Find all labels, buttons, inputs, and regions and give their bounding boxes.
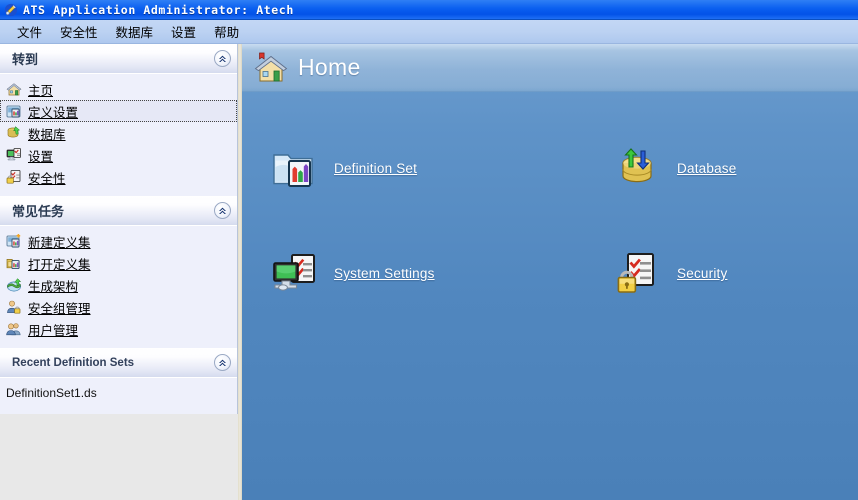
sidebar-item-security-group[interactable]: 安全组管理	[0, 296, 237, 318]
sidebar-panel-goto: 转到 主页 定义设置 数据库 设置 安全性	[0, 44, 238, 196]
sidebar-item-label: 数据库	[28, 127, 66, 142]
security-group-icon	[6, 299, 22, 315]
panel-title-common-tasks: 常见任务	[12, 204, 65, 219]
main-layout: 转到 主页 定义设置 数据库 设置 安全性 常见任务 新建定义集 打开定义集 生…	[0, 44, 858, 500]
tile-security[interactable]: Security	[590, 221, 858, 326]
definition-set-icon	[272, 147, 316, 191]
sidebar-item-label: 新建定义集	[28, 235, 91, 250]
recent-definition-set-item[interactable]: DefinitionSet1.ds	[0, 382, 237, 404]
sidebar-item-label: 打开定义集	[28, 257, 91, 272]
security-small-icon	[6, 169, 22, 185]
tiles-grid: Definition Set Database System Settings …	[242, 92, 858, 500]
sidebar-item-definition-set[interactable]: 定义设置	[0, 100, 237, 122]
panel-body-recent: DefinitionSet1.ds	[0, 378, 237, 414]
double-chevron-up-icon[interactable]	[214, 202, 231, 219]
tile-label: System Settings	[334, 266, 435, 281]
generate-schema-icon	[6, 277, 22, 293]
definition-set-small-icon	[6, 103, 22, 119]
panel-header-recent[interactable]: Recent Definition Sets	[0, 348, 237, 378]
panel-title-recent: Recent Definition Sets	[12, 356, 135, 369]
double-chevron-up-icon[interactable]	[214, 354, 231, 371]
sidebar-item-home[interactable]: 主页	[0, 78, 237, 100]
sidebar-item-label: 安全组管理	[28, 301, 91, 316]
tiles-row-2: System Settings Security	[242, 221, 858, 326]
window-titlebar: ATS Application Administrator: Atech	[0, 0, 858, 20]
panel-header-common-tasks[interactable]: 常见任务	[0, 196, 237, 226]
menu-settings[interactable]: 设置	[162, 20, 205, 43]
database-small-icon	[6, 125, 22, 141]
sidebar-panel-common-tasks: 常见任务 新建定义集 打开定义集 生成架构 安全组管理 用户管理	[0, 196, 238, 348]
tile-label: Database	[677, 161, 737, 176]
panel-title-goto: 转到	[12, 52, 39, 67]
sidebar-item-label: 用户管理	[28, 323, 79, 338]
panel-body-common-tasks: 新建定义集 打开定义集 生成架构 安全组管理 用户管理	[0, 226, 237, 348]
open-definition-set-icon	[6, 255, 22, 271]
tile-label: Security	[677, 266, 728, 281]
sidebar-panel-recent: Recent Definition Sets DefinitionSet1.ds	[0, 348, 238, 414]
tiles-row-1: Definition Set Database	[242, 116, 858, 221]
sidebar: 转到 主页 定义设置 数据库 设置 安全性 常见任务 新建定义集 打开定义集 生…	[0, 44, 238, 500]
panel-header-goto[interactable]: 转到	[0, 44, 237, 74]
menu-help[interactable]: 帮助	[205, 20, 248, 43]
sidebar-item-label: 设置	[28, 149, 54, 164]
sidebar-item-generate-schema[interactable]: 生成架构	[0, 274, 237, 296]
tile-database[interactable]: Database	[590, 116, 858, 221]
sidebar-item-database[interactable]: 数据库	[0, 122, 237, 144]
sidebar-item-label: 安全性	[28, 171, 66, 186]
double-chevron-up-icon[interactable]	[214, 50, 231, 67]
tile-definition-set[interactable]: Definition Set	[242, 116, 590, 221]
sidebar-item-security[interactable]: 安全性	[0, 166, 237, 188]
sidebar-item-open-definition-set[interactable]: 打开定义集	[0, 252, 237, 274]
app-wrench-icon	[3, 3, 19, 17]
home-small-icon	[6, 81, 22, 97]
database-icon	[615, 147, 659, 191]
tile-label: Definition Set	[334, 161, 418, 176]
sidebar-item-user-management[interactable]: 用户管理	[0, 318, 237, 340]
new-definition-set-icon	[6, 233, 22, 249]
content-pane: Home Definition Set Database System Sett…	[242, 44, 858, 500]
menu-database[interactable]: 数据库	[107, 20, 163, 43]
home-large-icon	[254, 52, 288, 84]
panel-body-goto: 主页 定义设置 数据库 设置 安全性	[0, 74, 237, 196]
user-management-icon	[6, 321, 22, 337]
sidebar-item-label: 生成架构	[28, 279, 79, 294]
menu-file[interactable]: 文件	[8, 20, 51, 43]
window-title: ATS Application Administrator: Atech	[23, 2, 294, 17]
content-header: Home	[242, 44, 858, 92]
sidebar-item-label: 定义设置	[28, 105, 79, 120]
page-title: Home	[298, 54, 361, 80]
security-icon	[615, 252, 659, 296]
system-settings-icon	[272, 252, 316, 296]
sidebar-item-new-definition-set[interactable]: 新建定义集	[0, 230, 237, 252]
settings-small-icon	[6, 147, 22, 163]
tile-system-settings[interactable]: System Settings	[242, 221, 590, 326]
sidebar-item-settings[interactable]: 设置	[0, 144, 237, 166]
menubar: 文件 安全性 数据库 设置 帮助	[0, 20, 858, 44]
menu-security[interactable]: 安全性	[51, 20, 107, 43]
sidebar-item-label: 主页	[28, 83, 54, 98]
